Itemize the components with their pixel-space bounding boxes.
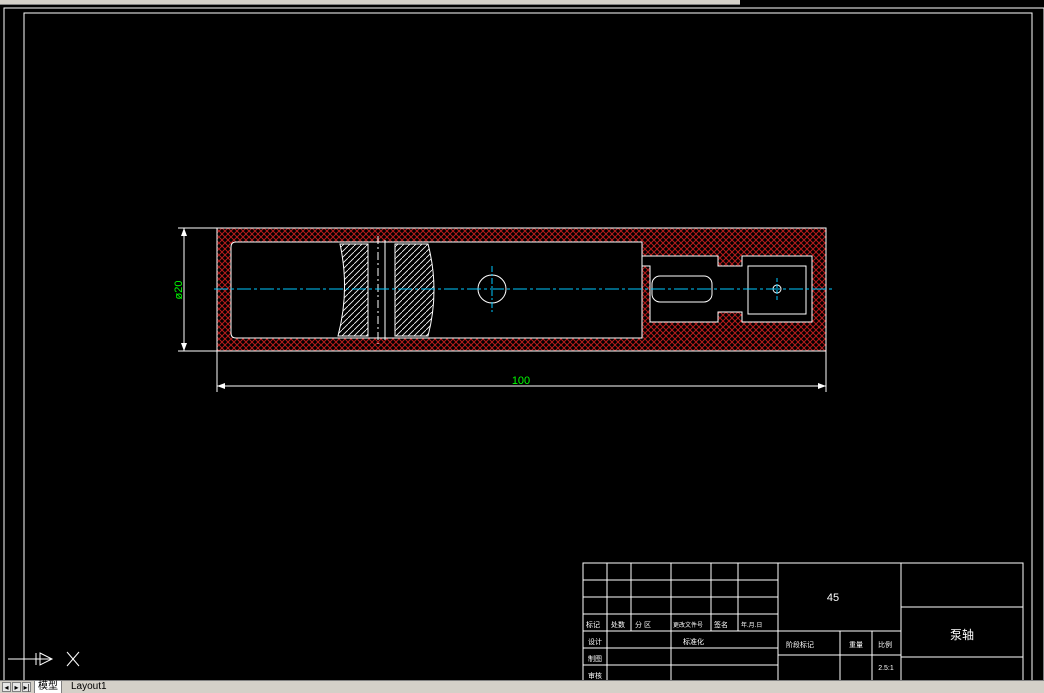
tb-part-name: 泵轴 <box>950 627 974 642</box>
tb-material: 45 <box>827 592 839 604</box>
tab-layout1[interactable]: Layout1 <box>68 681 110 693</box>
tab-nav-last-button[interactable]: ▸| <box>22 682 31 692</box>
layout-tab-bar: ◂ ▸ ▸| 模型 Layout1 <box>0 680 1044 693</box>
title-block-text: 标记 处数 分 区 更改文件号 签名 年.月.日 设计 标准化 制图 审核 阶段… <box>586 592 974 680</box>
shaft-cavity-outline <box>230 241 643 339</box>
tb-scale-label: 比例 <box>878 640 892 649</box>
tab-nav-prev-button[interactable]: ◂ <box>2 682 11 692</box>
tb-change-doc: 更改文件号 <box>673 621 703 629</box>
ucs-icon <box>8 651 80 667</box>
tb-standardize: 标准化 <box>683 637 704 646</box>
drawing-canvas[interactable]: ø20 100 标记 处数 分 区 更改文件号 签名 年.月.日 设计 标准化 … <box>0 0 1044 692</box>
tb-zone: 分 区 <box>635 620 651 629</box>
tb-design: 设计 <box>588 637 602 646</box>
tb-stage-mark: 阶段标记 <box>786 640 814 649</box>
tb-review: 审核 <box>588 671 602 680</box>
section-break-right <box>394 243 435 337</box>
tb-sign: 签名 <box>714 620 728 629</box>
tb-count: 处数 <box>611 620 625 629</box>
inner-frame <box>23 12 1033 692</box>
dimension-diameter-label: ø20 <box>173 281 185 300</box>
dimension-diameter[interactable]: ø20 <box>173 227 217 352</box>
tb-weight: 重量 <box>849 641 863 649</box>
shaft-part[interactable] <box>214 227 832 352</box>
tb-draft: 制图 <box>588 654 602 663</box>
tab-model[interactable]: 模型 <box>34 681 62 693</box>
tb-date: 年.月.日 <box>741 621 762 629</box>
tab-nav-next-button[interactable]: ▸ <box>12 682 21 692</box>
tb-scale-value: 2.5:1 <box>878 665 894 672</box>
dimension-length[interactable]: 100 <box>216 351 827 392</box>
tb-mark: 标记 <box>586 620 600 629</box>
dimension-length-label: 100 <box>512 375 530 387</box>
